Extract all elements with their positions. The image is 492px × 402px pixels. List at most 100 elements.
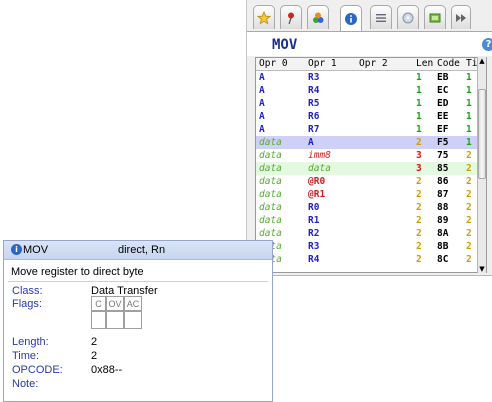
table-row[interactable]: data imm8 3 75 2 (256, 149, 485, 162)
time-value: 2 (91, 350, 98, 362)
tab-chip[interactable] (424, 5, 446, 29)
operand-1-cell: @R1 (308, 189, 326, 200)
tab-colors[interactable] (307, 5, 329, 29)
flag-ov: OV (106, 296, 124, 311)
table-row[interactable]: data @R0 2 86 2 (256, 175, 485, 188)
divider (8, 281, 268, 282)
flag-ac: AC (124, 296, 142, 311)
code-cell: 88 (437, 202, 449, 213)
operand-1-cell: @R0 (308, 176, 326, 187)
operand-1-cell: R6 (308, 111, 320, 122)
table-row[interactable]: data R1 2 89 2 (256, 214, 485, 227)
operand-1-cell: R2 (308, 228, 320, 239)
table-row[interactable]: A R6 1 EE 1 (256, 110, 485, 123)
column-header[interactable]: Opr 0 (259, 58, 288, 70)
length-cell: 1 (416, 111, 422, 122)
time-cell: 1 (466, 72, 472, 83)
tab-list[interactable] (370, 5, 392, 29)
colors-icon (313, 12, 324, 23)
table-row[interactable]: data A 2 F5 1 (256, 136, 485, 149)
instruction-panel: MOV ? Opr 0 Opr 1 Opr 2 Len Code Tim A R3… (246, 0, 492, 276)
time-cell: 1 (466, 124, 472, 135)
operand-1-cell: R4 (308, 85, 320, 96)
operand-0-cell: A (259, 98, 265, 109)
time-cell: 2 (466, 189, 472, 200)
length-cell: 2 (416, 254, 422, 265)
code-cell: F5 (437, 137, 449, 148)
instruction-title: MOV (272, 37, 298, 53)
length-cell: 3 (416, 150, 422, 161)
info-icon (345, 13, 357, 25)
flag-ov-value (106, 311, 124, 329)
code-cell: 8A (437, 228, 449, 239)
list-icon (376, 13, 386, 22)
operand-1-cell: R3 (308, 241, 320, 252)
length-cell: 2 (416, 241, 422, 252)
length-cell: 2 (416, 202, 422, 213)
time-cell: 2 (466, 202, 472, 213)
length-cell: 3 (416, 163, 422, 174)
operand-1-cell: A (308, 137, 314, 148)
code-cell: 86 (437, 176, 449, 187)
code-cell: 75 (437, 150, 449, 161)
flags-label: Flags: (12, 298, 42, 310)
tab-favorites[interactable] (253, 5, 275, 29)
operand-0-cell: data (259, 215, 282, 226)
table-row[interactable]: dataR328B2 (256, 240, 485, 253)
code-cell: EB (437, 72, 449, 83)
time-cell: 2 (466, 254, 472, 265)
table-row[interactable]: A R7 1 EF 1 (256, 123, 485, 136)
table-row[interactable]: A R5 1 ED 1 (256, 97, 485, 110)
column-header[interactable]: Opr 1 (308, 58, 337, 70)
code-cell: EF (437, 124, 449, 135)
info-icon: i (11, 244, 22, 255)
length-cell: 2 (416, 137, 422, 148)
operand-0-cell: data (259, 163, 282, 174)
column-header[interactable]: Len (416, 58, 433, 70)
pin-icon (288, 12, 294, 24)
tooltip-description: Move register to direct byte (11, 266, 144, 278)
chip-icon (429, 13, 441, 22)
operand-0-cell: A (259, 72, 265, 83)
table-row[interactable]: data R2 2 8A 2 (256, 227, 485, 240)
length-cell: 2 (416, 189, 422, 200)
code-cell: 85 (437, 163, 449, 174)
tab-info[interactable] (340, 5, 362, 32)
opcode-value: 0x88-- (91, 364, 123, 376)
tab-more[interactable] (451, 5, 471, 29)
column-header[interactable]: Opr 2 (359, 58, 388, 70)
operand-1-cell: imm8 (308, 150, 331, 161)
class-label: Class: (12, 285, 43, 297)
code-cell: EE (437, 111, 449, 122)
tab-tag[interactable] (397, 5, 419, 29)
table-row[interactable]: data data 3 85 2 (256, 162, 485, 175)
scroll-up-icon[interactable]: ▲ (478, 57, 486, 65)
column-header[interactable]: Code (437, 58, 460, 70)
help-icon[interactable]: ? (482, 38, 492, 51)
length-cell: 1 (416, 72, 422, 83)
length-value: 2 (91, 336, 98, 348)
vertical-scrollbar[interactable]: ▲ ▼ (477, 57, 486, 273)
scroll-thumb[interactable] (478, 89, 486, 179)
table-row[interactable]: data R0 2 88 2 (256, 201, 485, 214)
table-row[interactable]: dataR428C2 (256, 253, 485, 266)
table-row[interactable]: data @R1 2 87 2 (256, 188, 485, 201)
table-row[interactable]: A R3 1 EB 1 (256, 71, 485, 84)
operand-0-cell: data (259, 150, 282, 161)
time-cell: 2 (466, 215, 472, 226)
operand-1-cell: data (308, 163, 331, 174)
flag-ac-value (124, 311, 142, 329)
flag-c-value (91, 311, 106, 329)
code-cell: 8C (437, 254, 449, 265)
star-icon (257, 10, 271, 24)
note-label: Note: (12, 378, 39, 390)
code-cell: 89 (437, 215, 449, 226)
instruction-tooltip: i MOV direct, Rn Move register to direct… (3, 240, 273, 402)
panel-header: MOV ? (247, 32, 492, 56)
code-cell: EC (437, 85, 449, 96)
length-cell: 1 (416, 98, 422, 109)
table-row[interactable]: A R4 1 EC 1 (256, 84, 485, 97)
tab-pin[interactable] (280, 5, 302, 29)
length-cell: 2 (416, 228, 422, 239)
scroll-down-icon[interactable]: ▼ (478, 265, 486, 273)
